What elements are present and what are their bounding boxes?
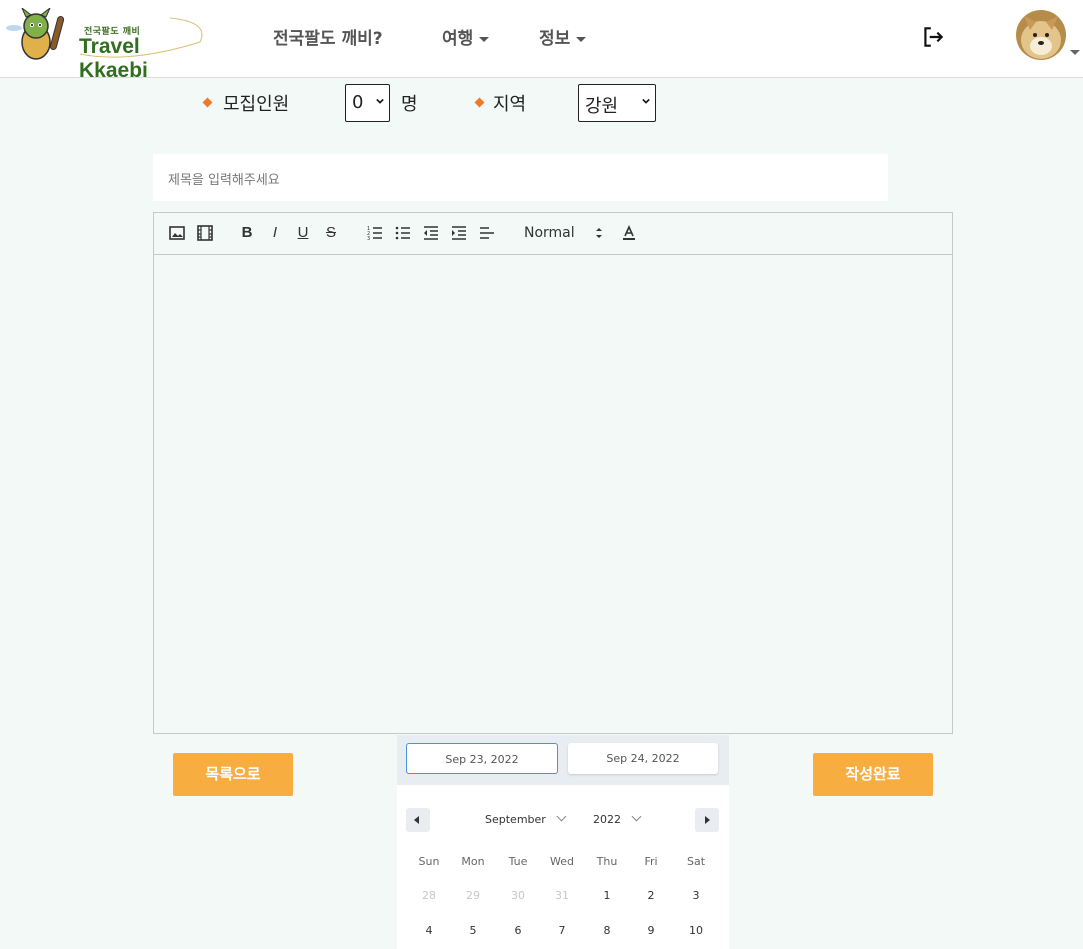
select-arrows-icon[interactable] <box>594 224 604 242</box>
doge-avatar-icon <box>1016 10 1066 60</box>
video-icon[interactable] <box>196 224 214 242</box>
bullet-icon <box>474 97 485 108</box>
nav-about[interactable]: 전국팔도 깨비? <box>273 24 383 49</box>
region-select[interactable]: 강원 <box>578 84 656 122</box>
region-label: 지역 <box>493 94 527 115</box>
avatar[interactable] <box>1016 10 1066 60</box>
calendar-day[interactable]: 4 <box>414 924 444 937</box>
calendar-day[interactable]: 7 <box>547 924 577 937</box>
bullet-icon <box>202 97 213 108</box>
caret-down-icon <box>479 36 490 42</box>
date-range-inputs: Sep 23, 2022 Sep 24, 2022 <box>397 735 729 785</box>
underline-button[interactable]: U <box>294 224 312 241</box>
nav-info[interactable]: 정보 <box>539 24 587 49</box>
calendar-day[interactable]: 31 <box>547 889 577 902</box>
nav-travel[interactable]: 여행 <box>442 24 490 49</box>
chevron-down-icon <box>376 98 384 104</box>
calendar-day[interactable]: 6 <box>503 924 533 937</box>
chevron-left-icon <box>414 816 419 824</box>
calendar-day[interactable]: 29 <box>458 889 488 902</box>
logo-swoosh <box>79 17 203 58</box>
caret-down-icon <box>576 36 587 42</box>
editor-toolbar: B I U S 1 2 3 Normal <box>154 213 952 255</box>
recruit-unit: 명 <box>401 94 418 115</box>
calendar-day[interactable]: 2 <box>636 889 666 902</box>
text-color-icon[interactable] <box>620 224 638 242</box>
recruit-count-select[interactable]: 0 <box>345 84 390 122</box>
submit-button[interactable]: 작성완료 <box>813 753 933 796</box>
back-to-list-button[interactable]: 목록으로 <box>173 753 293 796</box>
chevron-down-icon <box>631 811 642 822</box>
indent-icon[interactable] <box>450 224 468 242</box>
calendar-day[interactable]: 3 <box>681 889 711 902</box>
outdent-icon[interactable] <box>422 224 440 242</box>
calendar: September 2022 Sun Mon Tue Wed Thu Fri S… <box>397 785 729 949</box>
next-month-button[interactable] <box>695 808 719 832</box>
weekday-label: Tue <box>508 855 528 868</box>
calendar-day[interactable]: 30 <box>503 889 533 902</box>
recruit-label: 모집인원 <box>223 94 290 115</box>
prev-month-button[interactable] <box>406 808 430 832</box>
align-left-icon[interactable] <box>478 224 496 242</box>
rich-text-editor: B I U S 1 2 3 Normal <box>153 212 953 734</box>
month-select[interactable]: September <box>485 811 567 826</box>
weekday-label: Wed <box>550 855 574 868</box>
editor-content-area[interactable] <box>154 255 952 733</box>
year-select[interactable]: 2022 <box>593 811 642 826</box>
site-logo[interactable]: 전국팔도 깨비 Travel Kkaebi <box>6 8 211 82</box>
calendar-day[interactable]: 28 <box>414 889 444 902</box>
bold-button[interactable]: B <box>238 224 256 241</box>
calendar-day[interactable]: 9 <box>636 924 666 937</box>
goblin-mascot-icon <box>6 8 65 60</box>
header-format-select[interactable]: Normal <box>524 225 575 241</box>
strike-button[interactable]: S <box>322 224 340 241</box>
title-input[interactable]: 제목을 입력해주세요 <box>153 154 888 201</box>
end-date-input[interactable]: Sep 24, 2022 <box>568 743 718 774</box>
weekday-label: Fri <box>644 855 658 868</box>
weekday-label: Mon <box>461 855 485 868</box>
top-navbar: 전국팔도 깨비 Travel Kkaebi 전국팔도 깨비? 여행 정보 <box>0 0 1083 82</box>
weekday-label: Sun <box>418 855 440 868</box>
image-icon[interactable] <box>168 224 186 242</box>
svg-text:3: 3 <box>367 236 370 242</box>
chevron-right-icon <box>705 816 710 824</box>
logout-icon[interactable] <box>920 24 946 50</box>
caret-down-icon[interactable] <box>1070 50 1080 55</box>
weekday-label: Thu <box>596 855 618 868</box>
chevron-down-icon <box>556 811 567 822</box>
chevron-down-icon <box>642 98 650 104</box>
calendar-day[interactable]: 8 <box>592 924 622 937</box>
bullet-list-icon[interactable] <box>394 224 412 242</box>
weekday-label: Sat <box>686 855 706 868</box>
calendar-day[interactable]: 5 <box>458 924 488 937</box>
title-placeholder: 제목을 입력해주세요 <box>168 173 280 188</box>
calendar-day[interactable]: 10 <box>681 924 711 937</box>
ordered-list-icon[interactable]: 1 2 3 <box>366 224 384 242</box>
italic-button[interactable]: I <box>266 224 284 241</box>
calendar-day[interactable]: 1 <box>592 889 622 902</box>
start-date-input[interactable]: Sep 23, 2022 <box>406 743 558 774</box>
